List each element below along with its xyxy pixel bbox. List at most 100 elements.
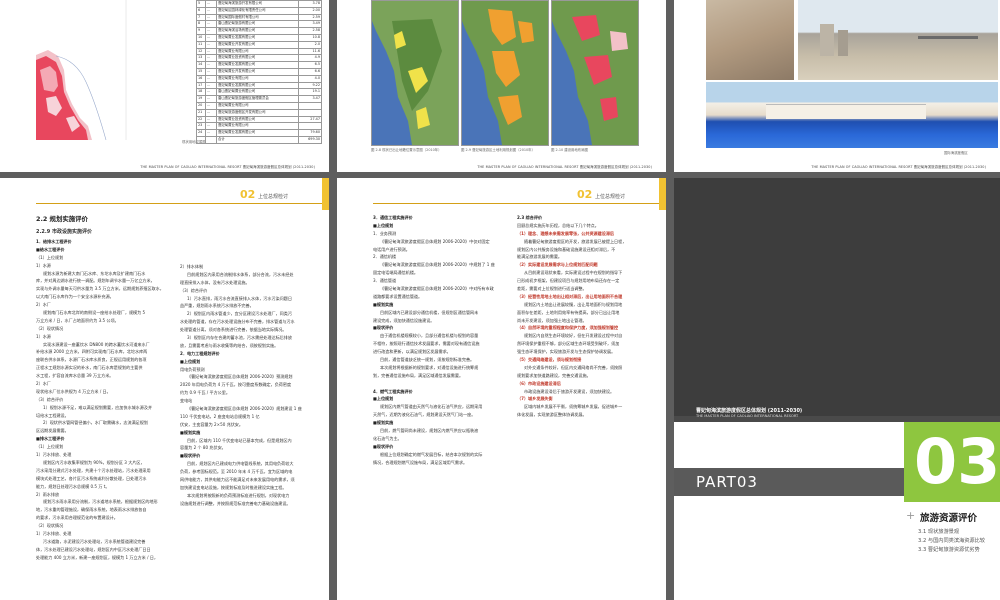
table-cell: ...: [205, 47, 217, 56]
text-line: ■排水工程评价: [36, 436, 65, 442]
page-land-ownership: 现状用地权属图 5... 曹妃甸海滨旅游开发有限公司 3.78 6... 曹妃甸区园林绿…: [0, 0, 329, 172]
text-line: 4．燃气工程实施评价: [373, 388, 413, 394]
text-line: ■上位规划: [180, 358, 201, 364]
text-line: 水处理的管道，存在污水处理设施分布不完善，排水管道与污水: [180, 319, 295, 325]
text-line: 负荷，参考国标规范。至 2010 年末 4 万千瓦，宜为区域的电: [180, 469, 293, 475]
text-line: 3．通信工程实施评价: [373, 215, 413, 220]
table-cell: 14: [196, 61, 206, 69]
plus-icon: +: [906, 509, 916, 522]
table-row: 20... 曹妃甸置业有限公司: [196, 101, 322, 110]
text-line: （3）综合评价: [36, 396, 64, 402]
text-line: 2）现状供水管网管径偏小，水厂取需确水，志流满足规划: [43, 420, 148, 426]
text-line: 能满足旅游发展的需要。: [517, 254, 563, 260]
text-column-2: 2）排水体制 目前规划区内采用合流制排水体系，部分合流，污水未经处 理直接排入水体，…: [180, 263, 316, 508]
table-cell: 曹妃甸置业发展有限公司: [215, 129, 300, 137]
table-cell: 5: [196, 0, 206, 8]
table-cell: 20: [196, 101, 206, 110]
table-row: 9... 曹妃甸海滨浴场有限公司 2.58: [196, 27, 322, 35]
table-cell: 18: [196, 88, 206, 97]
table-row: 21... 曹妃甸旅游度假区开发有限公司: [196, 108, 322, 117]
table-cell: 3.78: [298, 0, 322, 8]
table-cell: 曹妃甸置业有限公司: [215, 122, 300, 131]
toc-item[interactable]: 3.3 曹妃甸旅游资源优劣势: [918, 546, 985, 555]
text-line: 区域内城乡发展不平衡，须统筹城乡发展，促进城乡一: [524, 404, 623, 410]
text-line: 目前，区域内 110 千伏变电站已基本完成，但是规划区内: [187, 437, 292, 443]
text-line: 建设完成，须加快通信设施建设。: [373, 317, 435, 323]
chapter-toc: 3.1 现状旅游景观 3.2 与国内同类滨海资源比较 3.3 曹妃甸旅游资源优劣…: [918, 528, 985, 555]
text-line: 1）污水直排，雨污水合流直接排入水体，污水污染问题日: [187, 295, 292, 301]
text-line: ■给水工程评价: [36, 246, 65, 252]
text-line: 污水道路，水泥建设污水处理站，污水系统管道建设完善: [43, 538, 146, 544]
table-row: 7... 曹妃甸国际度假村有限公司 2.59: [196, 13, 322, 22]
table-cell: ...: [205, 13, 217, 22]
header-accent-bar: [659, 178, 666, 210]
text-line: 座联合供水体系，水源厂石水库水质良，正规运用规划的各项: [36, 357, 147, 363]
text-line: 根据上位规划确定的燃气发展目标，结合本次规划的实际: [380, 451, 483, 457]
text-line: 已形成初步框架，但建设项目与规划用地布局还存在一定: [517, 278, 620, 284]
text-line: ■现状评价: [373, 443, 394, 449]
table-cell: 7: [196, 13, 206, 22]
map-caption-3: 图 2-10 建设用地布局图: [551, 148, 588, 152]
table-cell: 699.30: [298, 135, 322, 144]
text-line: 1）污水排放、处理: [36, 530, 72, 536]
text-line: 用电负荷预测: [180, 366, 205, 372]
text-line: ■规划实施: [373, 301, 394, 307]
chapter-big-number: 03: [914, 425, 1000, 498]
text-line: 然环境保护重视不够，部分区域生态环境受到破坏，须加: [517, 341, 620, 347]
table-cell: ...: [205, 95, 217, 103]
text-line: （7）城乡发展失衡: [517, 396, 553, 402]
page-chapter-divider: 曹妃甸海滨旅游度假区总体规划 (2011-2030) THE MASTER PL…: [674, 178, 1000, 600]
text-line: 划，完善通信设施布局，满足区域通信发展需要。: [373, 372, 464, 378]
table-cell: 6.6: [298, 67, 322, 76]
table-row: 18... 唐山曹妃甸置业有限公司 19.1: [196, 88, 322, 97]
table-cell: 曹妃甸置业有限公司: [215, 47, 300, 56]
table-row: 6... 曹妃甸区园林绿化有限责任公司 2.00: [196, 6, 322, 15]
text-line: 规划区内燃气管道由天然气与液化石油气供应，远期采用: [380, 404, 483, 410]
chapter-small-title: 曹妃甸海滨旅游度假区总体规划 (2011-2030): [696, 408, 803, 414]
table-cell: 79.60: [298, 129, 322, 137]
toc-item[interactable]: 3.1 现状旅游景观: [918, 528, 985, 537]
table-cell: 曹妃甸海滨旅游开发有限公司: [215, 0, 300, 8]
text-line: 随着曹妃甸旅游度假区的开发，旅游发展已被提上日程，: [524, 238, 627, 244]
table-row: 17... 曹妃甸置业发展有限公司 9.22: [196, 81, 322, 90]
header-title: 上位总规检讨: [595, 194, 626, 200]
text-line: 地，污水重的管理施设，确保雨水系统，地表雨水水排放各自: [36, 507, 147, 513]
page-photos: 国际海滨度假区 THE MASTER PLAN OF CAOLIAO INTER…: [674, 0, 1000, 172]
table-cell: ...: [205, 61, 217, 69]
text-line: 从目前建设现状来看，实际建设过程中在规划的指导下: [524, 270, 623, 276]
text-line: 2）水厂: [36, 381, 51, 387]
toc-item[interactable]: 3.2 与国内同类滨海资源比较: [918, 537, 985, 546]
text-line: 体，污水处理已建设污水处理站，规划区内中区污水处理厂日日: [36, 546, 151, 552]
table-row: 8... 唐山曹妃甸旅游有限公司 3.49: [196, 20, 322, 29]
text-line: 水工程，扩容自流库水总量 39 万立方米。: [36, 373, 114, 379]
page-footer: THE MASTER PLAN OF CAOLIAO INTERNATIONAL…: [811, 165, 986, 169]
text-line: 补给水源 2000 立方米，四附可实现南门石水库，北坨水库两: [36, 349, 148, 355]
text-line: 以大南门石水库作为一个安全水源补充源。: [36, 294, 114, 300]
text-line: 网供电能力，其供电能力远不能满足对未来发展用电的需求，须: [180, 477, 295, 483]
text-line: 110 千伏变电站，2 座变电站总规模为 1 亿: [180, 413, 260, 419]
table-cell: [298, 108, 322, 117]
table-cell: [298, 101, 322, 110]
table-cell: [205, 135, 217, 144]
text-line: 2．电力工程规划评价: [180, 350, 220, 356]
table-cell: 10: [196, 33, 206, 42]
text-line: 2）规划区内雨水管道少，宜分区建设污水处理厂，同类污: [187, 311, 292, 317]
text-line: 《曹妃甸海滨旅游度假区总体规划 2006-2020》规划建设 1 座: [187, 406, 302, 412]
text-line: 能力，规划日处理污水总规模 0.5 万 t。: [36, 483, 110, 489]
table-cell: 6.5: [298, 61, 322, 69]
text-column-1: 3．通信工程实施评价 ■上位规划 1．业务预测 《曹妃甸海滨旅游度假区总体规划 200…: [373, 214, 509, 467]
text-line: （2）现状情况: [36, 523, 64, 529]
text-line: 化石油气为主。: [373, 435, 402, 441]
text-line: 实现与外调水量每天可供水量为 3.5 万立方米，远期规划养殖区取水，: [36, 286, 164, 292]
text-line: 3）规划区内存在合建的蓄水池，污水需经处理达标后排放: [187, 335, 292, 341]
table-cell: ...: [205, 108, 217, 117]
text-line: ■上位规划: [373, 396, 394, 402]
section-title: 2.2 规划实施评价: [36, 215, 88, 223]
table-cell: 唐山曹妃甸置业有限公司: [215, 88, 300, 97]
table-cell: 3.49: [298, 20, 322, 29]
text-line: 1）水源: [36, 333, 51, 339]
table-row: 23... 曹妃甸置业有限公司: [196, 122, 322, 131]
text-line: （3）经营性用地土地出让相对滞后，出让用地面积不合理: [517, 293, 623, 299]
photo-resort-pool: [706, 82, 998, 148]
text-line: 由于通信机楼规模较小，且部分通信机楼与规划的容量: [380, 333, 479, 339]
